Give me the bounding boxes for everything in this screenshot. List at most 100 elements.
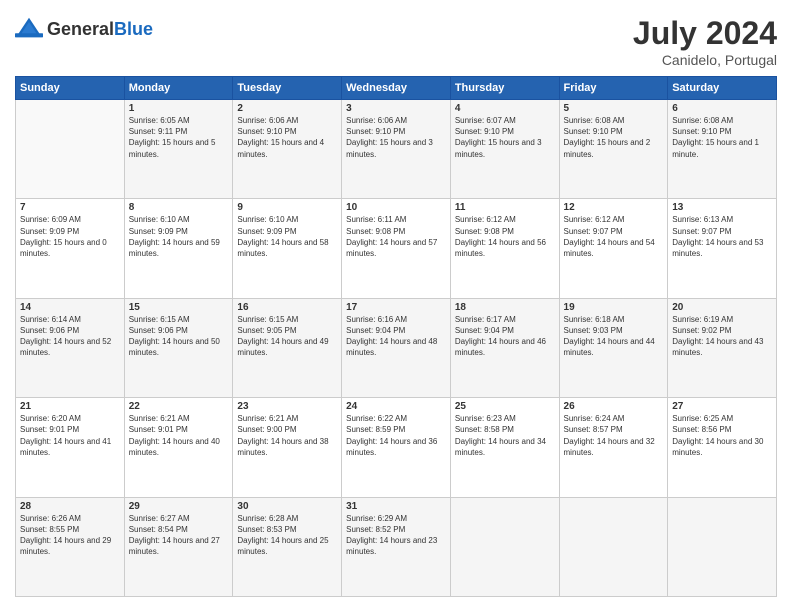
cell-text: Sunrise: 6:06 AMSunset: 9:10 PMDaylight:… — [237, 115, 337, 160]
logo-blue: Blue — [114, 19, 153, 39]
cell-text: Sunrise: 6:17 AMSunset: 9:04 PMDaylight:… — [455, 314, 555, 359]
logo-icon — [15, 15, 43, 43]
calendar-week-row: 7Sunrise: 6:09 AMSunset: 9:09 PMDaylight… — [16, 199, 777, 298]
day-number: 8 — [129, 202, 229, 213]
table-row: 15Sunrise: 6:15 AMSunset: 9:06 PMDayligh… — [124, 298, 233, 397]
day-number: 10 — [346, 202, 446, 213]
table-row: 1Sunrise: 6:05 AMSunset: 9:11 PMDaylight… — [124, 100, 233, 199]
table-row: 6Sunrise: 6:08 AMSunset: 9:10 PMDaylight… — [668, 100, 777, 199]
table-row: 18Sunrise: 6:17 AMSunset: 9:04 PMDayligh… — [450, 298, 559, 397]
header: GeneralBlue July 2024 Canidelo, Portugal — [15, 15, 777, 68]
cell-text: Sunrise: 6:10 AMSunset: 9:09 PMDaylight:… — [129, 214, 229, 259]
table-row: 26Sunrise: 6:24 AMSunset: 8:57 PMDayligh… — [559, 398, 668, 497]
col-monday: Monday — [124, 77, 233, 100]
col-sunday: Sunday — [16, 77, 125, 100]
day-number: 25 — [455, 401, 555, 412]
day-number: 24 — [346, 401, 446, 412]
col-friday: Friday — [559, 77, 668, 100]
table-row — [559, 497, 668, 596]
month-year: July 2024 — [633, 15, 777, 52]
day-number: 18 — [455, 302, 555, 313]
day-number: 28 — [20, 501, 120, 512]
cell-text: Sunrise: 6:21 AMSunset: 9:01 PMDaylight:… — [129, 413, 229, 458]
cell-text: Sunrise: 6:20 AMSunset: 9:01 PMDaylight:… — [20, 413, 120, 458]
table-row: 31Sunrise: 6:29 AMSunset: 8:52 PMDayligh… — [342, 497, 451, 596]
cell-text: Sunrise: 6:27 AMSunset: 8:54 PMDaylight:… — [129, 513, 229, 558]
calendar-week-row: 1Sunrise: 6:05 AMSunset: 9:11 PMDaylight… — [16, 100, 777, 199]
logo-general: General — [47, 19, 114, 39]
cell-text: Sunrise: 6:12 AMSunset: 9:08 PMDaylight:… — [455, 214, 555, 259]
day-number: 1 — [129, 103, 229, 114]
day-number: 2 — [237, 103, 337, 114]
location: Canidelo, Portugal — [633, 52, 777, 68]
day-number: 20 — [672, 302, 772, 313]
day-number: 30 — [237, 501, 337, 512]
day-number: 11 — [455, 202, 555, 213]
day-number: 12 — [564, 202, 664, 213]
day-number: 15 — [129, 302, 229, 313]
day-number: 14 — [20, 302, 120, 313]
page: GeneralBlue July 2024 Canidelo, Portugal… — [0, 0, 792, 612]
day-number: 5 — [564, 103, 664, 114]
logo: GeneralBlue — [15, 15, 153, 43]
cell-text: Sunrise: 6:29 AMSunset: 8:52 PMDaylight:… — [346, 513, 446, 558]
col-wednesday: Wednesday — [342, 77, 451, 100]
table-row: 23Sunrise: 6:21 AMSunset: 9:00 PMDayligh… — [233, 398, 342, 497]
table-row: 7Sunrise: 6:09 AMSunset: 9:09 PMDaylight… — [16, 199, 125, 298]
cell-text: Sunrise: 6:19 AMSunset: 9:02 PMDaylight:… — [672, 314, 772, 359]
table-row: 24Sunrise: 6:22 AMSunset: 8:59 PMDayligh… — [342, 398, 451, 497]
table-row: 10Sunrise: 6:11 AMSunset: 9:08 PMDayligh… — [342, 199, 451, 298]
table-row: 17Sunrise: 6:16 AMSunset: 9:04 PMDayligh… — [342, 298, 451, 397]
calendar-week-row: 21Sunrise: 6:20 AMSunset: 9:01 PMDayligh… — [16, 398, 777, 497]
calendar-week-row: 14Sunrise: 6:14 AMSunset: 9:06 PMDayligh… — [16, 298, 777, 397]
table-row: 30Sunrise: 6:28 AMSunset: 8:53 PMDayligh… — [233, 497, 342, 596]
day-number: 7 — [20, 202, 120, 213]
table-row: 8Sunrise: 6:10 AMSunset: 9:09 PMDaylight… — [124, 199, 233, 298]
cell-text: Sunrise: 6:11 AMSunset: 9:08 PMDaylight:… — [346, 214, 446, 259]
day-number: 16 — [237, 302, 337, 313]
day-number: 17 — [346, 302, 446, 313]
cell-text: Sunrise: 6:22 AMSunset: 8:59 PMDaylight:… — [346, 413, 446, 458]
table-row: 12Sunrise: 6:12 AMSunset: 9:07 PMDayligh… — [559, 199, 668, 298]
cell-text: Sunrise: 6:06 AMSunset: 9:10 PMDaylight:… — [346, 115, 446, 160]
table-row: 29Sunrise: 6:27 AMSunset: 8:54 PMDayligh… — [124, 497, 233, 596]
cell-text: Sunrise: 6:18 AMSunset: 9:03 PMDaylight:… — [564, 314, 664, 359]
table-row: 5Sunrise: 6:08 AMSunset: 9:10 PMDaylight… — [559, 100, 668, 199]
day-number: 22 — [129, 401, 229, 412]
day-number: 4 — [455, 103, 555, 114]
day-number: 29 — [129, 501, 229, 512]
cell-text: Sunrise: 6:26 AMSunset: 8:55 PMDaylight:… — [20, 513, 120, 558]
cell-text: Sunrise: 6:14 AMSunset: 9:06 PMDaylight:… — [20, 314, 120, 359]
cell-text: Sunrise: 6:28 AMSunset: 8:53 PMDaylight:… — [237, 513, 337, 558]
cell-text: Sunrise: 6:16 AMSunset: 9:04 PMDaylight:… — [346, 314, 446, 359]
day-number: 3 — [346, 103, 446, 114]
cell-text: Sunrise: 6:13 AMSunset: 9:07 PMDaylight:… — [672, 214, 772, 259]
col-saturday: Saturday — [668, 77, 777, 100]
calendar: Sunday Monday Tuesday Wednesday Thursday… — [15, 76, 777, 597]
cell-text: Sunrise: 6:08 AMSunset: 9:10 PMDaylight:… — [564, 115, 664, 160]
cell-text: Sunrise: 6:24 AMSunset: 8:57 PMDaylight:… — [564, 413, 664, 458]
cell-text: Sunrise: 6:08 AMSunset: 9:10 PMDaylight:… — [672, 115, 772, 160]
table-row — [16, 100, 125, 199]
day-number: 31 — [346, 501, 446, 512]
title-block: July 2024 Canidelo, Portugal — [633, 15, 777, 68]
table-row: 20Sunrise: 6:19 AMSunset: 9:02 PMDayligh… — [668, 298, 777, 397]
day-number: 6 — [672, 103, 772, 114]
day-number: 9 — [237, 202, 337, 213]
calendar-header-row: Sunday Monday Tuesday Wednesday Thursday… — [16, 77, 777, 100]
col-tuesday: Tuesday — [233, 77, 342, 100]
calendar-week-row: 28Sunrise: 6:26 AMSunset: 8:55 PMDayligh… — [16, 497, 777, 596]
day-number: 21 — [20, 401, 120, 412]
table-row: 13Sunrise: 6:13 AMSunset: 9:07 PMDayligh… — [668, 199, 777, 298]
table-row: 21Sunrise: 6:20 AMSunset: 9:01 PMDayligh… — [16, 398, 125, 497]
table-row — [668, 497, 777, 596]
cell-text: Sunrise: 6:07 AMSunset: 9:10 PMDaylight:… — [455, 115, 555, 160]
table-row: 3Sunrise: 6:06 AMSunset: 9:10 PMDaylight… — [342, 100, 451, 199]
cell-text: Sunrise: 6:10 AMSunset: 9:09 PMDaylight:… — [237, 214, 337, 259]
table-row — [450, 497, 559, 596]
table-row: 22Sunrise: 6:21 AMSunset: 9:01 PMDayligh… — [124, 398, 233, 497]
cell-text: Sunrise: 6:12 AMSunset: 9:07 PMDaylight:… — [564, 214, 664, 259]
table-row: 27Sunrise: 6:25 AMSunset: 8:56 PMDayligh… — [668, 398, 777, 497]
table-row: 9Sunrise: 6:10 AMSunset: 9:09 PMDaylight… — [233, 199, 342, 298]
cell-text: Sunrise: 6:15 AMSunset: 9:05 PMDaylight:… — [237, 314, 337, 359]
